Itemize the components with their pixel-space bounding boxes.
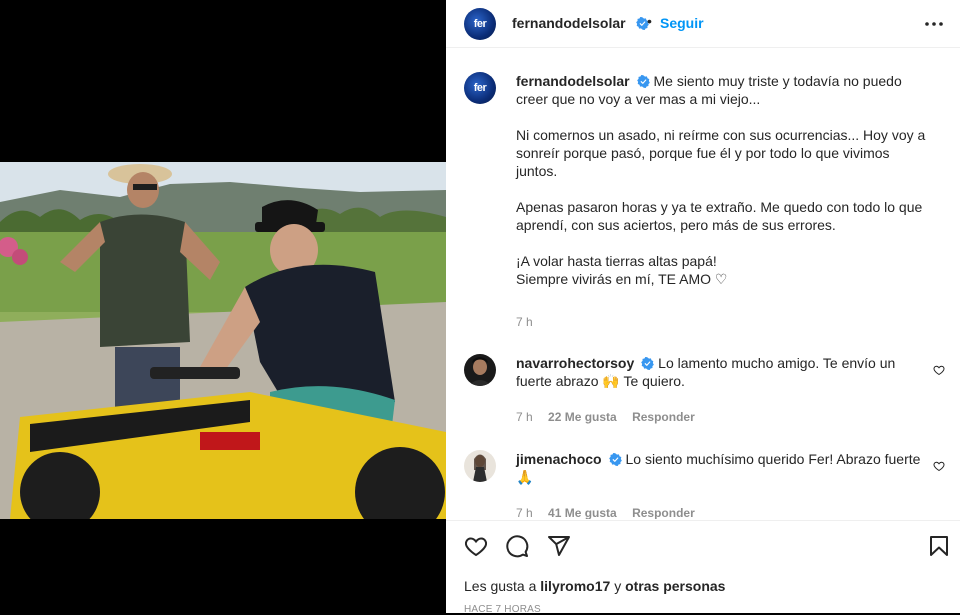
caption-time[interactable]: 7 h bbox=[516, 315, 533, 329]
reply-button[interactable]: Responder bbox=[632, 506, 695, 519]
likes-prefix: Les gusta a bbox=[464, 578, 537, 594]
comment-meta: 7 h 41 Me gusta Responder bbox=[516, 506, 707, 519]
instagram-post: fer fernandodelsolar • Seguir fer fernan… bbox=[0, 0, 960, 615]
comment-icon[interactable] bbox=[505, 534, 529, 558]
author-avatar[interactable]: fer bbox=[464, 8, 496, 40]
heart-icon[interactable] bbox=[464, 534, 488, 558]
video-frame bbox=[0, 162, 446, 519]
comment-likes[interactable]: 22 Me gusta bbox=[548, 410, 617, 424]
caption-text-5: Siempre vivirás en mí, TE AMO ♡ bbox=[516, 271, 728, 287]
post-actions: Les gusta a lilyromo17 y otras personas … bbox=[446, 520, 960, 615]
comment-username[interactable]: navarrohectorsoy bbox=[516, 355, 634, 371]
commenter-avatar[interactable] bbox=[464, 450, 496, 482]
post-media bbox=[0, 0, 446, 613]
avatar-image bbox=[464, 354, 496, 386]
likes-user-link[interactable]: lilyromo17 bbox=[540, 578, 610, 594]
post-header: fer fernandodelsolar • Seguir bbox=[446, 0, 960, 48]
likes-summary: Les gusta a lilyromo17 y otras personas bbox=[464, 578, 725, 594]
likes-others-link[interactable]: otras personas bbox=[625, 578, 725, 594]
verified-badge-icon bbox=[636, 75, 650, 88]
verified-badge-icon bbox=[608, 453, 622, 466]
caption-text-2: Ni comernos un asado, ni reírme con sus … bbox=[516, 127, 926, 179]
avatar-label: fer bbox=[473, 82, 487, 94]
caption-body: fernandodelsolar Me siento muy triste y … bbox=[516, 72, 930, 288]
comment-time[interactable]: 7 h bbox=[516, 410, 533, 424]
share-icon[interactable] bbox=[547, 534, 571, 558]
more-options-icon[interactable] bbox=[922, 12, 946, 36]
video-player[interactable] bbox=[0, 162, 446, 519]
comment-meta: 7 h 22 Me gusta Responder bbox=[516, 410, 707, 424]
separator-dot: • bbox=[647, 13, 652, 29]
caption-username[interactable]: fernandodelsolar bbox=[516, 73, 630, 89]
comment-time[interactable]: 7 h bbox=[516, 506, 533, 519]
caption-avatar[interactable]: fer bbox=[464, 72, 496, 104]
comment-body: navarrohectorsoy Lo lamento mucho amigo.… bbox=[516, 354, 930, 390]
comment-like-heart-icon[interactable] bbox=[933, 364, 945, 376]
caption-meta: 7 h bbox=[516, 315, 545, 329]
post-panel: fer fernandodelsolar • Seguir fer fernan… bbox=[446, 0, 960, 615]
follow-button[interactable]: Seguir bbox=[660, 15, 704, 31]
post-date[interactable]: HACE 7 HORAS bbox=[464, 604, 541, 615]
caption-text-3: Apenas pasaron horas y ya te extraño. Me… bbox=[516, 199, 923, 233]
verified-badge-icon bbox=[641, 357, 655, 370]
reply-button[interactable]: Responder bbox=[632, 410, 695, 424]
comment-like-heart-icon[interactable] bbox=[933, 460, 945, 472]
likes-conj: y bbox=[614, 578, 622, 594]
avatar-label: fer bbox=[473, 18, 487, 30]
bookmark-icon[interactable] bbox=[927, 534, 951, 558]
comments-list[interactable]: fer fernandodelsolar Me siento muy trist… bbox=[446, 49, 960, 519]
comment-username[interactable]: jimenachoco bbox=[516, 451, 602, 467]
avatar-image bbox=[464, 450, 496, 482]
commenter-avatar[interactable] bbox=[464, 354, 496, 386]
comment-body: jimenachoco Lo siento muchísimo querido … bbox=[516, 450, 930, 486]
comment-likes[interactable]: 41 Me gusta bbox=[548, 506, 617, 519]
caption-text-4: ¡A volar hasta tierras altas papá! bbox=[516, 253, 717, 269]
author-username[interactable]: fernandodelsolar bbox=[512, 15, 626, 31]
